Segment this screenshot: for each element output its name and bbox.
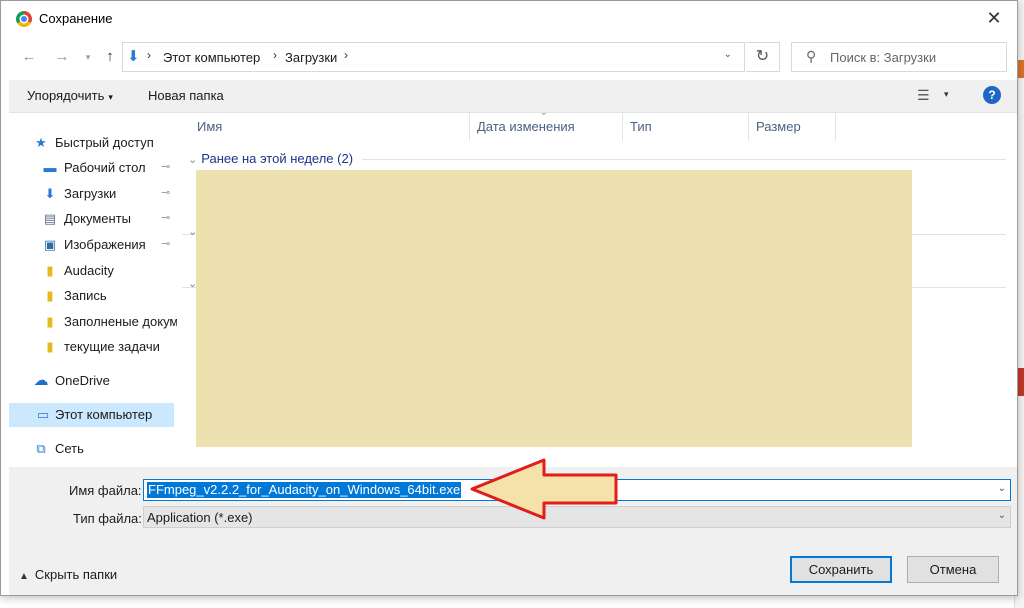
sidebar-item-label: Сеть bbox=[55, 441, 84, 456]
star-icon: ★ bbox=[35, 135, 47, 150]
column-type[interactable]: Тип bbox=[623, 113, 749, 141]
computer-icon: ▭ bbox=[36, 407, 50, 422]
navigation-row: ← → ▾ ↑ ⬇ › Этот компьютер › Загрузки › … bbox=[1, 39, 1017, 75]
sidebar-item-label: Изображения bbox=[64, 237, 146, 252]
chrome-icon bbox=[16, 11, 32, 27]
hide-folders-label: Скрыть папки bbox=[34, 567, 118, 582]
filename-input[interactable]: FFmpeg_v2.2.2_for_Audacity_on_Windows_64… bbox=[147, 482, 462, 498]
group-header[interactable]: ⌄ Ранее на этой неделе (2) bbox=[188, 151, 353, 166]
organize-button[interactable]: Упорядочить ▾ bbox=[27, 88, 113, 103]
sidebar-item-pictures[interactable]: ▣ Изображения ⊸ bbox=[9, 233, 177, 257]
download-arrow-icon: ⬇ bbox=[127, 48, 140, 65]
pin-icon: ⊸ bbox=[161, 161, 171, 173]
column-date-modified[interactable]: Дата изменения bbox=[470, 113, 623, 141]
chevron-down-icon: ▾ bbox=[108, 92, 113, 102]
sidebar-item-label: Документы bbox=[64, 211, 132, 226]
breadcrumb-downloads[interactable]: Загрузки bbox=[285, 50, 337, 65]
search-box[interactable]: ⚲ bbox=[791, 42, 1007, 72]
folder-icon: ▮ bbox=[46, 288, 54, 303]
address-dropdown-icon[interactable]: ⌄ bbox=[724, 49, 732, 60]
sidebar-item-onedrive[interactable]: ☁ OneDrive bbox=[9, 369, 177, 393]
sidebar-item-label: OneDrive bbox=[55, 373, 110, 388]
chevron-down-icon[interactable]: ⌄ bbox=[998, 510, 1006, 521]
view-options-icon[interactable]: ☰ bbox=[917, 87, 930, 104]
redacted-content bbox=[196, 170, 912, 447]
up-folder-button[interactable]: ↑ bbox=[100, 47, 120, 67]
arrow-shape bbox=[470, 458, 618, 520]
recent-locations-button[interactable]: ▾ bbox=[81, 47, 95, 67]
filename-label: Имя файла: bbox=[69, 483, 142, 498]
pin-icon: ⊸ bbox=[161, 238, 171, 250]
documents-icon: ▤ bbox=[43, 211, 57, 226]
pin-icon: ⊸ bbox=[161, 212, 171, 224]
desktop-icon: ▬ bbox=[43, 160, 57, 175]
command-bar: Упорядочить ▾ Новая папка ☰ ▾ ? bbox=[9, 80, 1017, 113]
refresh-button[interactable]: ↻ bbox=[746, 42, 780, 72]
forward-button[interactable]: → bbox=[52, 47, 72, 67]
downloads-icon: ⬇ bbox=[44, 186, 56, 201]
column-size[interactable]: Размер bbox=[749, 113, 836, 141]
breadcrumb-this-pc[interactable]: Этот компьютер bbox=[163, 50, 260, 65]
sidebar-item-downloads[interactable]: ⬇ Загрузки ⊸ bbox=[9, 182, 177, 206]
address-bar[interactable]: ⬇ › Этот компьютер › Загрузки › ⌄ bbox=[122, 42, 745, 72]
filetype-label: Тип файла: bbox=[73, 511, 142, 526]
network-icon: ⧉ bbox=[36, 441, 46, 456]
sidebar-item-label: Запись bbox=[64, 288, 107, 303]
sidebar-item-desktop[interactable]: ▬ Рабочий стол ⊸ bbox=[9, 156, 177, 180]
filetype-value: Application (*.exe) bbox=[147, 510, 253, 525]
title-bar: Сохранение ✕ bbox=[1, 1, 1017, 37]
sidebar-item-filled-documents[interactable]: ▮ Заполненые докум bbox=[9, 310, 177, 334]
chevron-down-icon: ⌄ bbox=[188, 154, 198, 166]
column-headers: Имя ⌄ Дата изменения Тип Размер bbox=[182, 107, 1008, 141]
sidebar-item-label: Загрузки bbox=[64, 186, 117, 201]
search-input[interactable] bbox=[830, 47, 1000, 67]
sidebar-item-label: текущие задачи bbox=[64, 339, 160, 354]
folder-icon: ▮ bbox=[46, 263, 54, 278]
navigation-pane: ★ Быстрый доступ ▬ Рабочий стол ⊸ ⬇ Загр… bbox=[9, 113, 181, 467]
pin-icon: ⊸ bbox=[161, 187, 171, 199]
column-name[interactable]: Имя bbox=[190, 113, 470, 141]
sidebar-item-label: Этот компьютер bbox=[55, 407, 153, 422]
help-icon[interactable]: ? bbox=[983, 86, 1001, 104]
view-dropdown-icon[interactable]: ▾ bbox=[944, 89, 949, 100]
sidebar-item-label: Заполненые докум bbox=[64, 314, 177, 329]
cancel-button[interactable]: Отмена bbox=[907, 556, 999, 583]
breadcrumb-separator[interactable]: › bbox=[147, 48, 151, 62]
hide-folders-button[interactable]: ▲ Скрыть папки bbox=[19, 567, 117, 582]
sidebar-item-label: Быстрый доступ bbox=[55, 135, 154, 150]
close-button[interactable]: ✕ bbox=[971, 1, 1017, 35]
sidebar-item-label: Рабочий стол bbox=[64, 160, 146, 175]
sidebar-item-audacity[interactable]: ▮ Audacity bbox=[9, 259, 177, 283]
chevron-down-icon[interactable]: ⌄ bbox=[998, 483, 1006, 494]
new-folder-button[interactable]: Новая папка bbox=[148, 88, 224, 103]
dialog-title: Сохранение bbox=[39, 11, 113, 26]
breadcrumb-separator[interactable]: › bbox=[344, 48, 348, 62]
breadcrumb-separator[interactable]: › bbox=[273, 48, 277, 62]
annotation-arrow bbox=[470, 458, 618, 520]
back-button[interactable]: ← bbox=[19, 47, 39, 67]
folder-icon: ▮ bbox=[46, 314, 54, 329]
sidebar-item-network[interactable]: ⧉ Сеть bbox=[9, 437, 177, 461]
folder-icon: ▮ bbox=[46, 339, 54, 354]
sidebar-item-current-tasks[interactable]: ▮ текущие задачи bbox=[9, 335, 177, 359]
search-icon: ⚲ bbox=[806, 48, 817, 64]
sidebar-item-label: Audacity bbox=[64, 263, 114, 278]
cloud-icon: ☁ bbox=[33, 372, 49, 389]
save-button[interactable]: Сохранить bbox=[790, 556, 892, 583]
sidebar-item-recording[interactable]: ▮ Запись bbox=[9, 284, 177, 308]
organize-label: Упорядочить bbox=[27, 88, 105, 103]
group-divider bbox=[362, 159, 1006, 160]
sidebar-item-this-pc[interactable]: ▭ Этот компьютер bbox=[9, 403, 174, 427]
sidebar-item-documents[interactable]: ▤ Документы ⊸ bbox=[9, 207, 177, 231]
pictures-icon: ▣ bbox=[43, 237, 57, 252]
sidebar-item-quick-access[interactable]: ★ Быстрый доступ bbox=[9, 131, 177, 155]
group-label: Ранее на этой неделе (2) bbox=[201, 151, 354, 166]
file-list: Имя ⌄ Дата изменения Тип Размер ⌄ Ранее н… bbox=[182, 107, 1008, 467]
chevron-up-icon: ▲ bbox=[19, 571, 29, 582]
